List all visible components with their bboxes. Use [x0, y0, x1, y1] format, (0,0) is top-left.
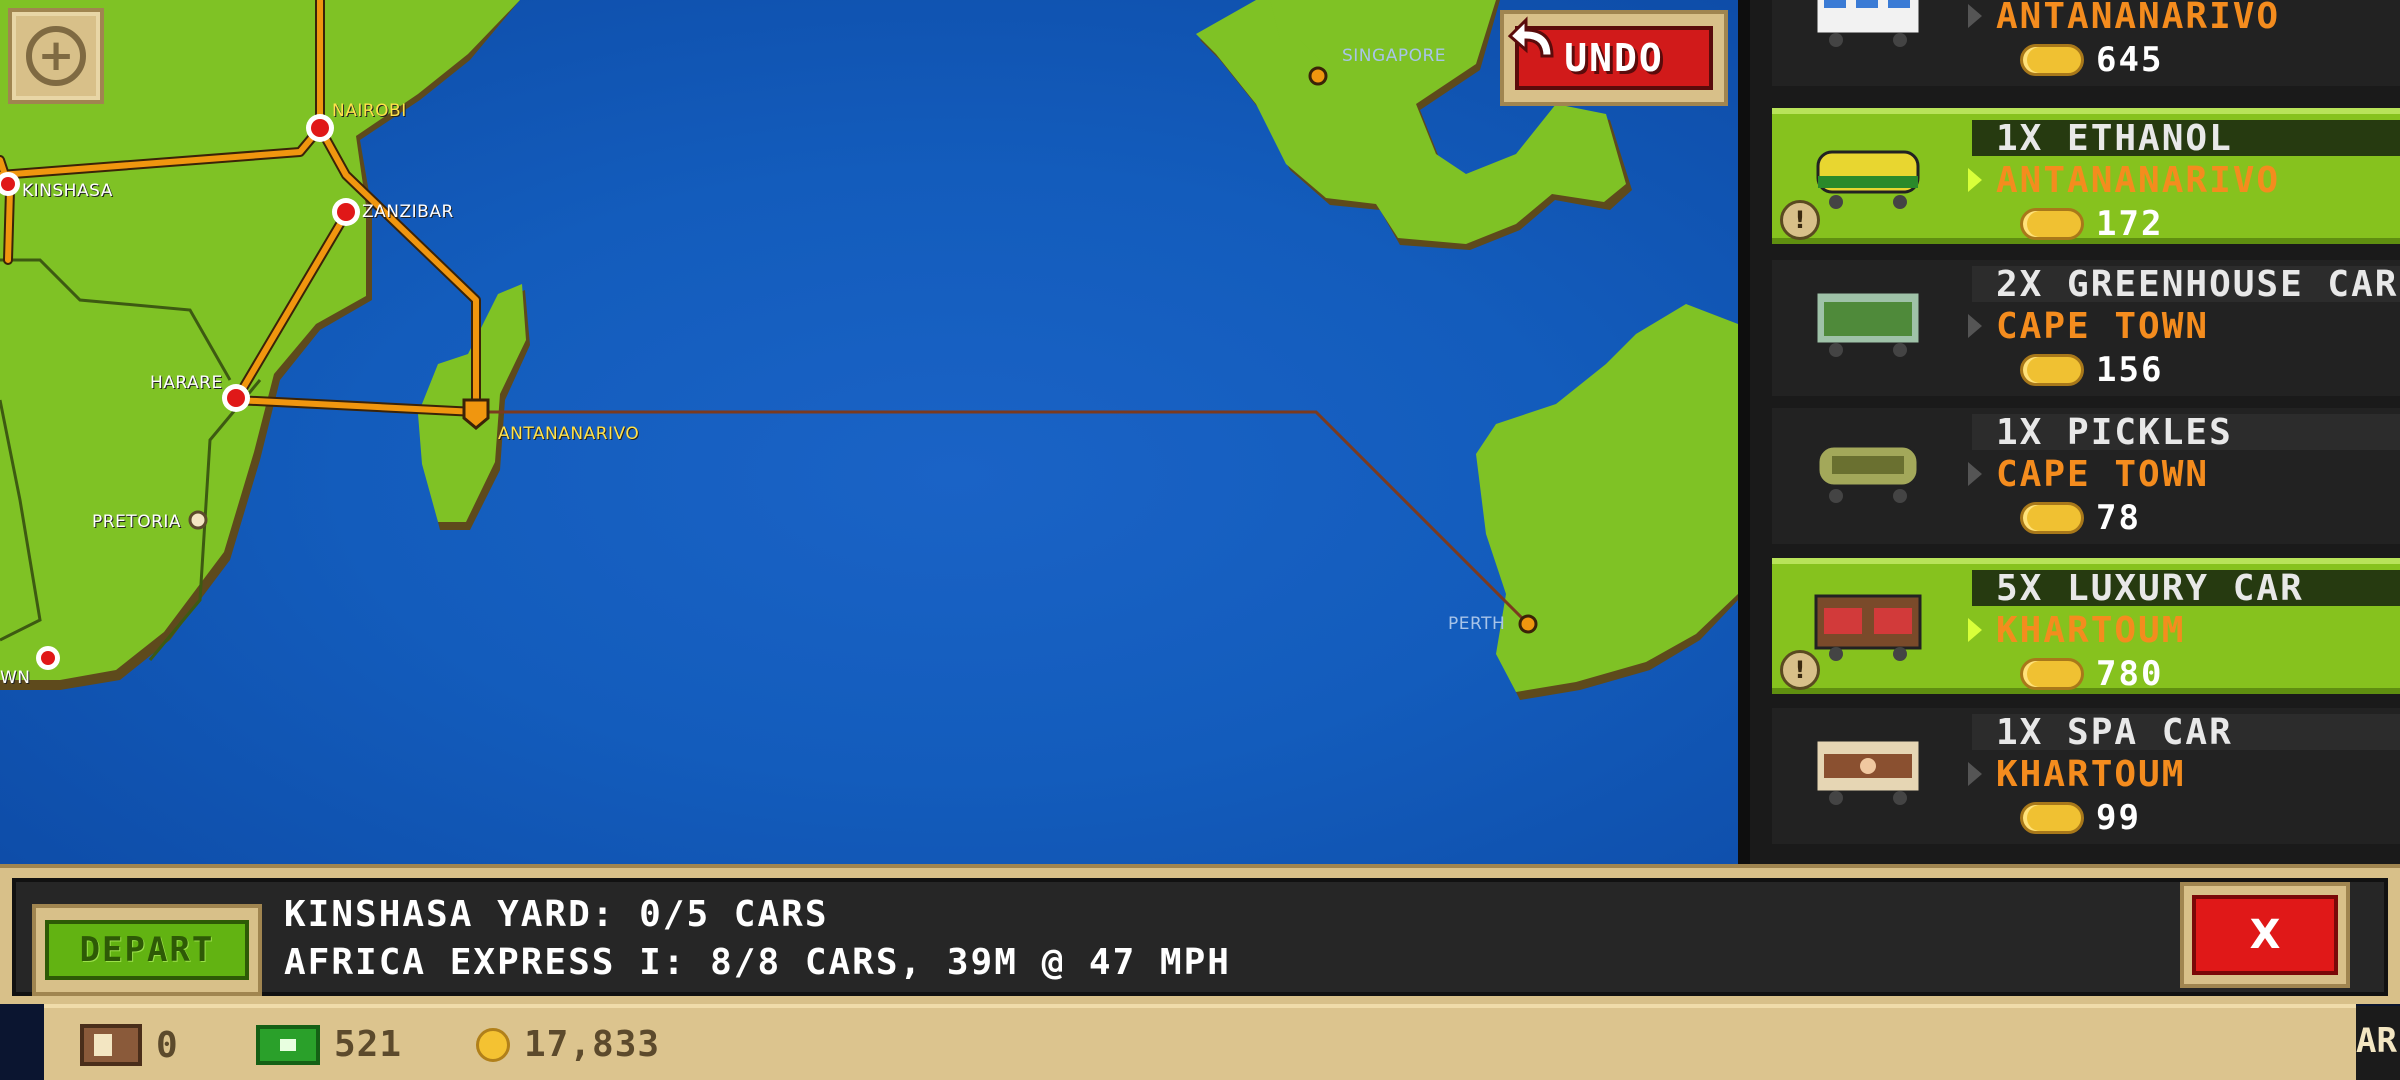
cargo-title: 1X SPA CAR — [1996, 712, 2233, 753]
map-canvas — [0, 0, 1738, 700]
alert-badge-icon: ! — [1780, 200, 1820, 240]
cars-icon — [80, 1024, 142, 1066]
passenger-car-icon — [1814, 0, 1922, 47]
coins-count: 17,833 — [524, 1024, 661, 1065]
coin-icon — [2020, 354, 2084, 386]
cargo-payout: 99 — [2096, 798, 2141, 838]
cars-counter: 0 — [80, 1024, 179, 1066]
station-singapore[interactable] — [1308, 66, 1328, 86]
cargo-item[interactable]: 2X GREENHOUSE CAR CAPE TOWN 156 — [1772, 260, 2400, 396]
cargo-title: 1X PICKLES — [1996, 412, 2233, 453]
cargo-destination: ANTANANARIVO — [1996, 160, 2281, 201]
cargo-item-selected[interactable]: 5X LUXURY CAR ! KHARTOUM 780 — [1772, 558, 2400, 694]
cargo-list-panel[interactable]: ANTANANARIVO 645 1X ETHANOL ! ANTANANARI… — [1738, 0, 2400, 864]
station-zanzibar[interactable] — [332, 198, 360, 226]
city-label-harare: HARARE — [150, 373, 223, 393]
city-label-zanzibar: ZANZIBAR — [362, 202, 454, 222]
coin-icon — [2020, 44, 2084, 76]
cargo-payout: 156 — [2096, 350, 2164, 390]
city-label-antananarivo: ANTANANARIVO — [498, 424, 640, 444]
cargo-payout: 780 — [2096, 654, 2164, 694]
cars-count: 0 — [156, 1024, 179, 1066]
cargo-title: 2X GREENHOUSE CAR — [1996, 264, 2399, 305]
train-status-text: AFRICA EXPRESS I: 8/8 CARS, 39M @ 47 MPH — [284, 942, 1231, 983]
station-harare[interactable] — [222, 384, 250, 412]
coins-counter[interactable]: 17,833 — [476, 1024, 660, 1065]
undo-arrow-icon — [1507, 16, 1554, 58]
cargo-destination: KHARTOUM — [1996, 754, 2186, 795]
cargo-title: 5X LUXURY CAR — [1996, 568, 2304, 609]
station-pretoria[interactable] — [188, 510, 208, 530]
currency-status-bar: 0 521 17,833 — [44, 1004, 2356, 1080]
coin-icon — [2020, 658, 2084, 690]
cargo-destination: ANTANANARIVO — [1996, 0, 2281, 37]
cargo-payout: 78 — [2096, 498, 2141, 538]
spa-car-icon — [1814, 738, 1922, 805]
cargo-destination: CAPE TOWN — [1996, 306, 2210, 347]
station-nairobi[interactable] — [306, 114, 334, 142]
cargo-destination: CAPE TOWN — [1996, 454, 2210, 495]
cargo-item[interactable]: 1X PICKLES CAPE TOWN 78 — [1772, 408, 2400, 544]
close-icon: X — [2192, 895, 2338, 975]
cargo-item[interactable]: ANTANANARIVO 645 — [1772, 0, 2400, 86]
coin-icon — [476, 1027, 510, 1062]
city-label-nairobi: NAIROBI — [332, 101, 407, 121]
train-info-bar: DEPART KINSHASA YARD: 0/5 CARS AFRICA EX… — [0, 864, 2400, 1004]
row-arrow-icon — [1968, 762, 1982, 786]
bux-counter[interactable]: 521 — [256, 1024, 402, 1065]
world-map[interactable]: NAIROBI KINSHASA ZANZIBAR HARARE ANTANAN… — [0, 0, 1738, 864]
depart-button[interactable]: DEPART — [32, 904, 262, 996]
ethanol-tanker-icon — [1816, 150, 1920, 209]
row-arrow-icon — [1968, 314, 1982, 338]
cargo-payout: 645 — [2096, 40, 2164, 80]
row-arrow-icon — [1968, 618, 1982, 642]
alert-badge-icon: ! — [1780, 650, 1820, 690]
cargo-item[interactable]: 1X SPA CAR KHARTOUM 99 — [1772, 708, 2400, 844]
plus-icon: + — [26, 26, 86, 86]
city-label-singapore: SINGAPORE — [1342, 46, 1447, 66]
cargo-item-selected[interactable]: 1X ETHANOL ! ANTANANARIVO 172 — [1772, 108, 2400, 244]
station-perth[interactable] — [1518, 614, 1538, 634]
coin-icon — [2020, 208, 2084, 240]
row-arrow-icon — [1968, 168, 1982, 192]
luxury-car-icon — [1814, 594, 1922, 661]
offscreen-button-partial[interactable]: AR — [2356, 1006, 2400, 1080]
depart-label: DEPART — [45, 920, 249, 980]
city-label-perth: PERTH — [1448, 614, 1506, 634]
bux-count: 521 — [334, 1024, 403, 1065]
coin-icon — [2020, 502, 2084, 534]
coin-icon — [2020, 802, 2084, 834]
bux-cash-icon — [256, 1024, 320, 1065]
row-arrow-icon — [1968, 4, 1982, 28]
yard-status-text: KINSHASA YARD: 0/5 CARS — [284, 894, 829, 935]
undo-label: UNDO — [1564, 36, 1664, 80]
cargo-destination: KHARTOUM — [1996, 610, 2186, 651]
city-label-pretoria: PRETORIA — [92, 512, 182, 532]
undo-button[interactable]: UNDO — [1500, 10, 1728, 106]
close-button[interactable]: X — [2180, 882, 2350, 988]
zoom-in-button[interactable]: + — [8, 8, 104, 104]
city-label-kinshasa: KINSHASA — [22, 181, 113, 201]
city-label-capetown-partial: WN — [0, 668, 31, 688]
cargo-payout: 172 — [2096, 204, 2164, 244]
station-capetown[interactable] — [36, 646, 60, 670]
greenhouse-car-icon — [1814, 290, 1922, 357]
cargo-title: 1X ETHANOL — [1996, 118, 2233, 159]
pickles-tanker-icon — [1816, 444, 1920, 503]
row-arrow-icon — [1968, 462, 1982, 486]
